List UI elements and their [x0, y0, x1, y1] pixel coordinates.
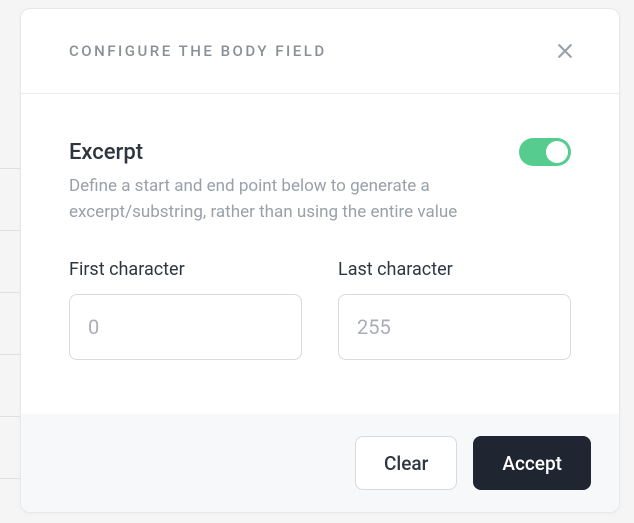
modal-title: CONFIGURE THE BODY FIELD — [69, 42, 327, 60]
first-character-label: First character — [69, 259, 302, 280]
last-character-input[interactable] — [338, 294, 571, 360]
first-character-input[interactable] — [69, 294, 302, 360]
excerpt-description: Define a start and end point below to ge… — [69, 174, 529, 225]
last-character-label: Last character — [338, 259, 571, 280]
excerpt-toggle[interactable] — [519, 138, 571, 166]
first-character-group: First character — [69, 259, 302, 360]
last-character-group: Last character — [338, 259, 571, 360]
modal-header: CONFIGURE THE BODY FIELD — [21, 9, 619, 94]
close-icon — [555, 41, 575, 61]
character-fields-row: First character Last character — [69, 259, 571, 360]
excerpt-heading: Excerpt — [69, 140, 143, 165]
configure-field-modal: CONFIGURE THE BODY FIELD Excerpt Define … — [20, 8, 620, 513]
modal-body: Excerpt Define a start and end point bel… — [21, 94, 619, 414]
clear-button[interactable]: Clear — [355, 436, 457, 490]
toggle-knob — [546, 141, 568, 163]
background-rule-lines — [0, 0, 20, 523]
modal-footer: Clear Accept — [21, 414, 619, 512]
excerpt-section-header: Excerpt — [69, 138, 571, 166]
close-button[interactable] — [551, 37, 579, 65]
accept-button[interactable]: Accept — [473, 436, 591, 490]
